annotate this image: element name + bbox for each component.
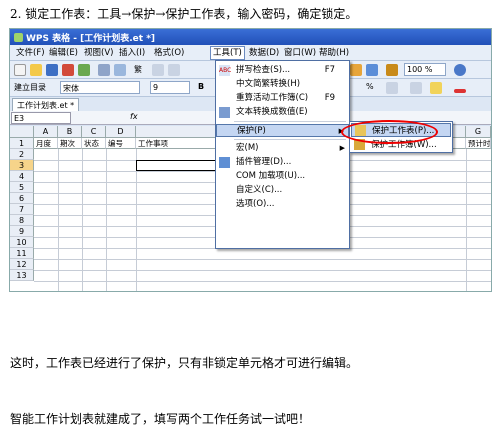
menu-file[interactable]: 文件(F) xyxy=(14,47,47,59)
menu-view[interactable]: 视图(V) xyxy=(82,47,115,59)
paragraph-protected: 这时，工作表已经进行了保护，只有非锁定单元格才可进行编辑。 xyxy=(10,356,359,370)
copy-icon[interactable] xyxy=(168,64,180,76)
menu-item-spellcheck[interactable]: ABC 拼写检查(S)... F7 xyxy=(216,64,349,77)
chart-icon[interactable] xyxy=(366,64,378,76)
email-icon[interactable] xyxy=(78,64,90,76)
menu-tools[interactable]: 工具(T) xyxy=(210,46,245,60)
row-header[interactable]: 5 xyxy=(10,182,34,193)
row-header[interactable]: 11 xyxy=(10,248,34,259)
menu-item-recalc[interactable]: 重算活动工作簿(C) F9 xyxy=(216,92,349,105)
header-cell-number[interactable]: 编号 xyxy=(106,138,136,149)
header-cell-month[interactable]: 月度 xyxy=(34,138,58,149)
row-header[interactable]: 3 xyxy=(10,160,34,171)
fill-color-icon[interactable] xyxy=(430,82,442,94)
header-cell-status[interactable]: 状态 xyxy=(82,138,106,149)
border-icon[interactable] xyxy=(410,82,422,94)
bold-button[interactable]: B xyxy=(198,82,204,91)
col-header-d[interactable]: D xyxy=(106,126,136,138)
document-tab[interactable]: 工作计划表.et * xyxy=(12,98,80,111)
menu-bar: 文件(F) 编辑(E) 视图(V) 插入(I) 格式(O) 工具(T) 数据(D… xyxy=(10,45,491,61)
zoom-combo[interactable]: 100 % xyxy=(404,63,446,76)
row-header[interactable]: 1 xyxy=(10,138,34,149)
menu-item-options[interactable]: 选项(O)... xyxy=(216,198,349,211)
row-header[interactable]: 10 xyxy=(10,237,34,248)
wps-screenshot: WPS 表格 - [工作计划表.et *] 文件(F) 编辑(E) 视图(V) … xyxy=(9,28,492,292)
decimal-icon[interactable] xyxy=(386,82,398,94)
col-header-a[interactable]: A xyxy=(34,126,58,138)
header-cell-period[interactable]: 期次 xyxy=(58,138,82,149)
row-header[interactable]: 4 xyxy=(10,171,34,182)
row-header[interactable]: 13 xyxy=(10,270,34,281)
help-icon[interactable] xyxy=(454,64,466,76)
menu-item-protect[interactable]: 保护(P) ▶ xyxy=(216,124,349,137)
menu-item-text-to-number[interactable]: 文本转换成数值(E) xyxy=(216,106,349,119)
col-header-b[interactable]: B xyxy=(58,126,82,138)
menu-window[interactable]: 窗口(W) xyxy=(282,47,318,59)
save-icon[interactable] xyxy=(46,64,58,76)
convert-icon xyxy=(219,107,230,118)
font-size-combo[interactable]: 9 xyxy=(150,81,190,94)
row-header[interactable]: 2 xyxy=(10,149,34,160)
select-all-corner[interactable] xyxy=(10,126,34,138)
convert-button[interactable]: 繁 xyxy=(134,64,142,75)
window-title: WPS 表格 - [工作计划表.et *] xyxy=(26,34,156,44)
grid-line xyxy=(34,270,491,271)
menu-data[interactable]: 数据(D) xyxy=(247,47,281,59)
print-preview-icon[interactable] xyxy=(114,64,126,76)
submenu-arrow-icon: ▶ xyxy=(339,144,345,152)
plugin-icon xyxy=(219,157,230,168)
menu-separator xyxy=(234,121,346,122)
active-cell[interactable] xyxy=(136,160,216,171)
col-header-g[interactable]: G xyxy=(466,126,491,138)
menu-separator xyxy=(234,139,346,140)
sort-icon[interactable] xyxy=(350,64,362,76)
print-icon[interactable] xyxy=(98,64,110,76)
bar-chart-icon[interactable] xyxy=(386,64,398,76)
col-header-c[interactable]: C xyxy=(82,126,106,138)
menu-edit[interactable]: 编辑(E) xyxy=(47,47,80,59)
title-bar: WPS 表格 - [工作计划表.et *] xyxy=(10,29,491,45)
quick-dir-button[interactable]: 建立目录 xyxy=(14,82,46,93)
export-pdf-icon[interactable] xyxy=(62,64,74,76)
cut-icon[interactable] xyxy=(152,64,164,76)
fx-icon[interactable]: fx xyxy=(130,112,138,121)
open-folder-icon[interactable] xyxy=(30,64,42,76)
grid-line xyxy=(34,259,491,260)
percent-button[interactable]: % xyxy=(366,82,374,91)
tools-menu: ABC 拼写检查(S)... F7 中文简繁转换(H) 重算活动工作簿(C) F9 文… xyxy=(215,60,350,249)
menu-help[interactable]: 帮助(H) xyxy=(317,47,351,59)
doc-tab-label: 工作计划表.et * xyxy=(17,101,75,110)
grid-line xyxy=(34,281,491,282)
menu-insert[interactable]: 插入(I) xyxy=(117,47,147,59)
menu-item-customize[interactable]: 自定义(C)... xyxy=(216,184,349,197)
name-box[interactable]: E3 xyxy=(11,112,71,124)
paragraph-done: 智能工作计划表就建成了，填写两个工作任务试一试吧！ xyxy=(10,412,311,426)
menu-item-plugins[interactable]: 插件管理(D)... xyxy=(216,156,349,169)
row-header[interactable]: 8 xyxy=(10,215,34,226)
row-header[interactable]: 6 xyxy=(10,193,34,204)
menu-item-macro[interactable]: 宏(M) ▶ xyxy=(216,142,349,155)
spellcheck-icon: ABC xyxy=(219,65,232,76)
menu-item-com-addins[interactable]: COM 加载项(U)... xyxy=(216,170,349,183)
menu-format[interactable]: 格式(O) xyxy=(152,47,186,59)
row-header[interactable]: 9 xyxy=(10,226,34,237)
app-logo-icon xyxy=(14,33,23,42)
font-color-icon[interactable] xyxy=(454,89,466,93)
font-combo[interactable]: 宋体 xyxy=(60,81,140,94)
row-header[interactable]: 7 xyxy=(10,204,34,215)
menu-item-cn-convert[interactable]: 中文简繁转换(H) xyxy=(216,78,349,91)
header-cell-est-time[interactable]: 预计时间 xyxy=(466,138,491,149)
step-instruction: 2. 锁定工作表：工具→保护→保护工作表，输入密码，确定锁定。 xyxy=(10,7,358,21)
row-header[interactable]: 12 xyxy=(10,259,34,270)
red-highlight-circle xyxy=(341,120,438,144)
new-file-icon[interactable] xyxy=(14,64,26,76)
